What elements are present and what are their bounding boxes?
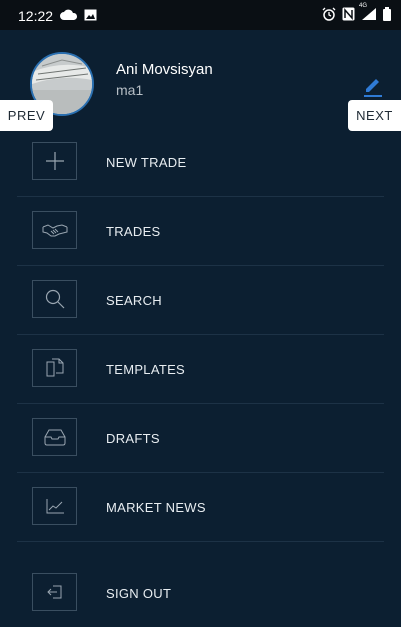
- user-name: Ani Movsisyan: [116, 61, 213, 78]
- icon-box: [32, 211, 77, 249]
- menu-item-trades[interactable]: TRADES: [17, 197, 384, 266]
- cloud-icon: [60, 9, 78, 20]
- menu-item-label: TEMPLATES: [106, 362, 186, 377]
- icon-box: [32, 418, 77, 456]
- edit-profile-button[interactable]: [362, 76, 384, 98]
- menu-item-market-news[interactable]: MARKET NEWS: [17, 473, 384, 542]
- inbox-icon: [44, 429, 65, 446]
- pencil-icon: [364, 79, 382, 97]
- templates-icon: [46, 358, 63, 377]
- chart-icon: [46, 499, 64, 514]
- nfc-icon: [342, 7, 355, 21]
- sign-out-button[interactable]: SIGN OUT: [17, 560, 384, 624]
- menu-item-new-trade[interactable]: NEW TRADE: [17, 128, 384, 197]
- battery-icon: [383, 7, 391, 21]
- menu-item-templates[interactable]: TEMPLATES: [17, 335, 384, 404]
- navigation-drawer: 12:22 4G Ani Movsisyan ma1 PREV NEXT NEW…: [0, 0, 401, 627]
- icon-box: [32, 349, 77, 387]
- signal-4g-icon: 4G: [359, 3, 377, 21]
- menu-item-label: MARKET NEWS: [106, 500, 206, 515]
- network-label: 4G: [359, 3, 368, 9]
- icon-box: [32, 280, 77, 318]
- icon-box: [32, 573, 77, 611]
- search-icon: [45, 289, 64, 309]
- menu-item-label: TRADES: [106, 224, 161, 239]
- status-icons: 4G: [322, 3, 391, 21]
- menu-list: NEW TRADE TRADES SEARCH TEMPLATES DRAFTS…: [17, 128, 384, 542]
- menu-item-label: DRAFTS: [106, 431, 160, 446]
- status-bar: 12:22 4G: [0, 0, 401, 30]
- image-icon: [84, 9, 97, 21]
- sign-out-icon: [46, 585, 61, 599]
- menu-item-search[interactable]: SEARCH: [17, 266, 384, 335]
- icon-box: [32, 487, 77, 525]
- sign-out-label: SIGN OUT: [106, 586, 172, 601]
- icon-box: [32, 142, 77, 180]
- alarm-icon: [322, 7, 336, 21]
- menu-item-label: NEW TRADE: [106, 155, 187, 170]
- user-handle: ma1: [116, 82, 144, 98]
- profile-header: Ani Movsisyan ma1: [0, 30, 401, 130]
- menu-item-drafts[interactable]: DRAFTS: [17, 404, 384, 473]
- prev-button[interactable]: PREV: [0, 100, 53, 131]
- plus-icon: [45, 152, 64, 170]
- handshake-icon: [42, 224, 67, 237]
- next-button[interactable]: NEXT: [348, 100, 401, 131]
- menu-item-label: SEARCH: [106, 293, 162, 308]
- status-time: 12:22: [18, 8, 54, 24]
